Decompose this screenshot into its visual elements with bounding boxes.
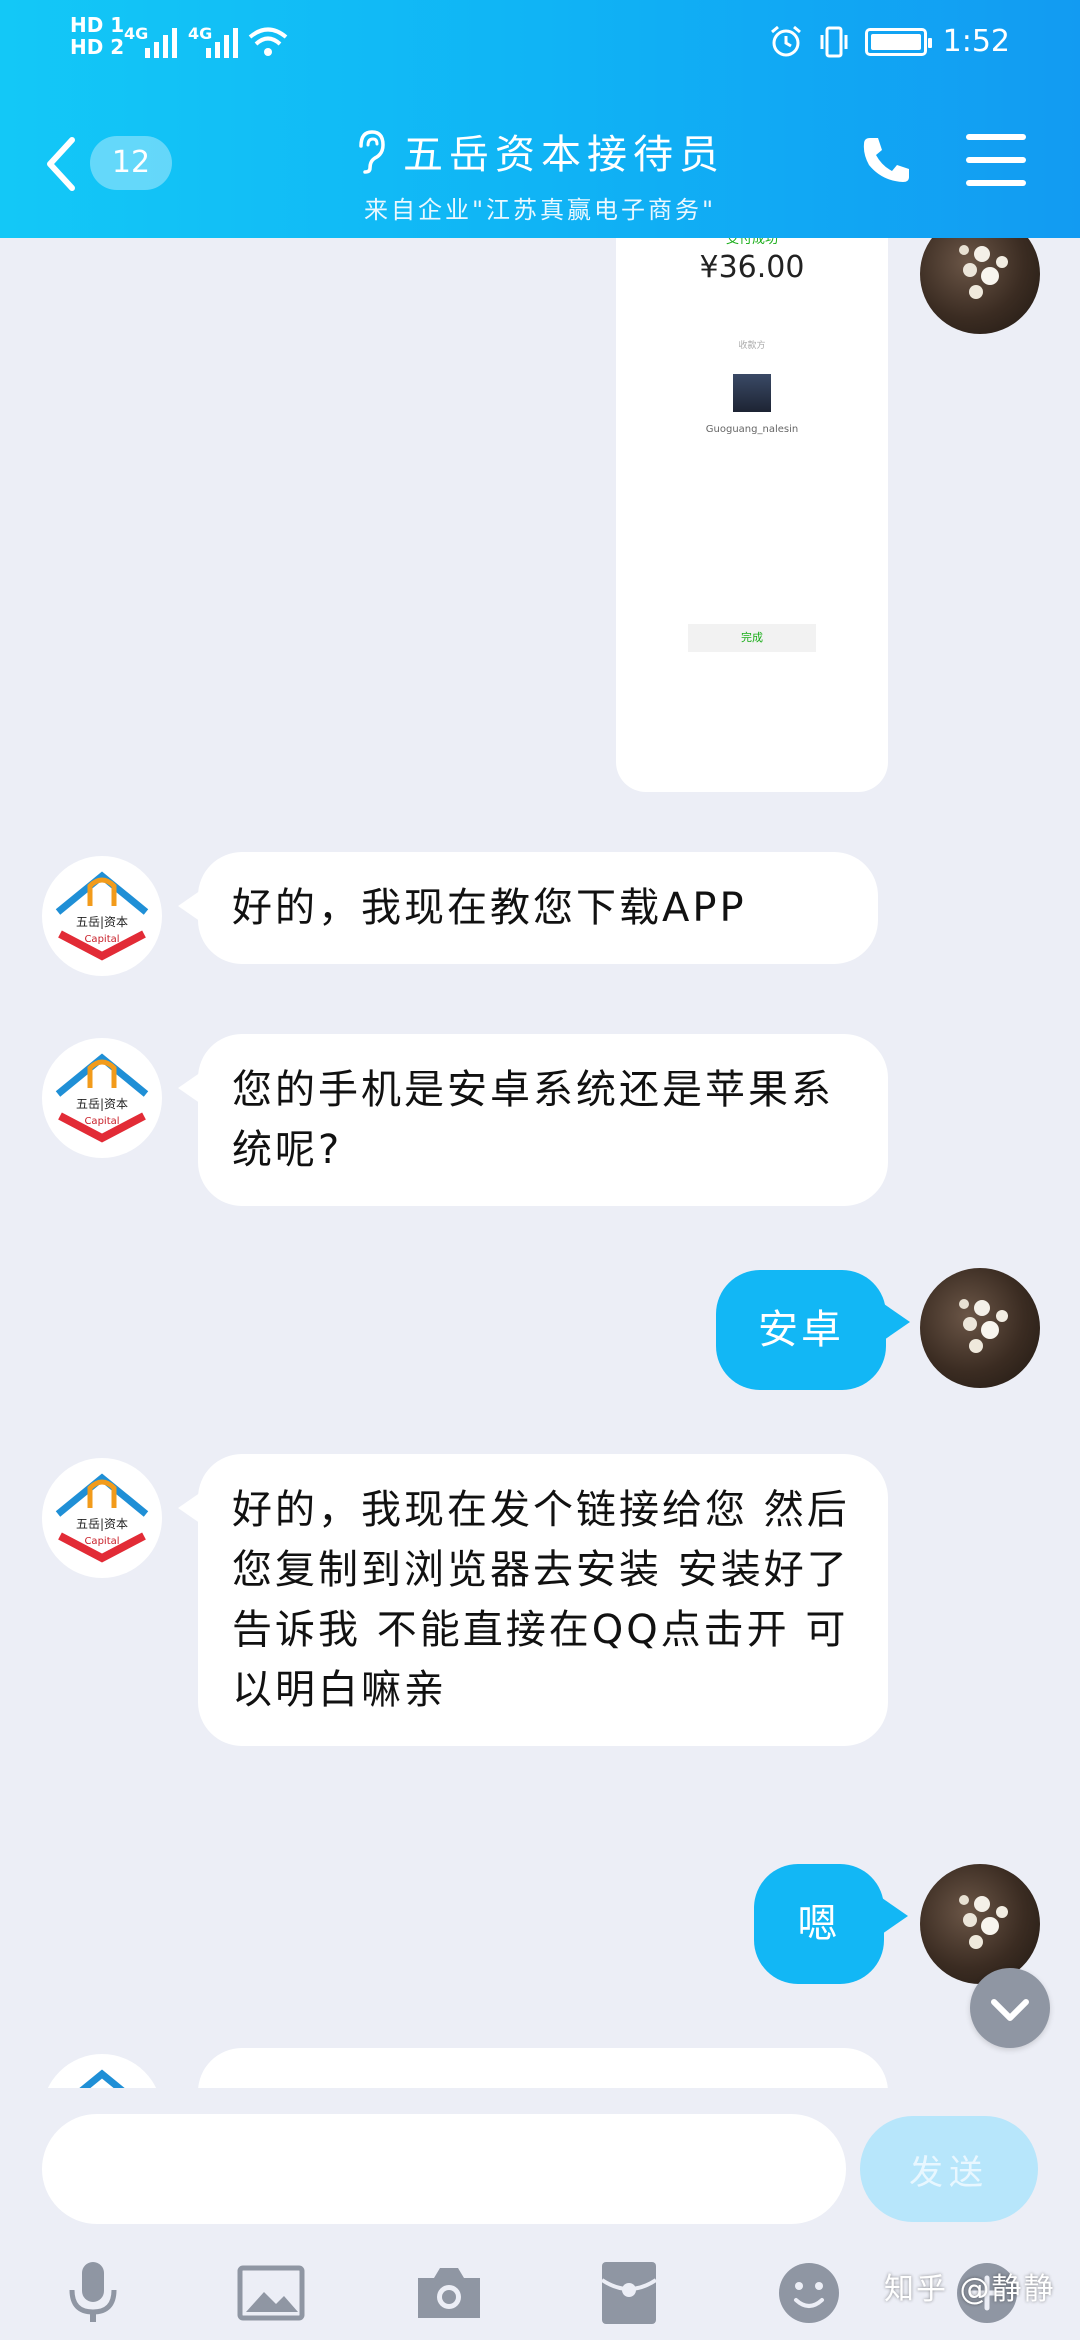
svg-text:五岳|资本: 五岳|资本 bbox=[76, 1517, 128, 1531]
wuyue-capital-logo bbox=[79, 2069, 125, 2088]
sim1-label: HD 1 bbox=[70, 13, 125, 37]
flower-avatar-image bbox=[959, 245, 1008, 299]
svg-text:Capital: Capital bbox=[84, 934, 119, 945]
input-area: 发送 知乎 @静静 bbox=[0, 2088, 1080, 2340]
message-bubble-outgoing[interactable]: 安卓 bbox=[716, 1270, 886, 1390]
service-avatar[interactable]: 五岳|资本 Capital bbox=[42, 856, 162, 976]
watermark: 知乎 @静静 bbox=[884, 2272, 1056, 2307]
payment-amount: ¥36.00 bbox=[699, 250, 805, 285]
message-list[interactable]: 支付成功 ¥36.00 收款方 Guoguang_nalesin 完成 五岳|资… bbox=[0, 238, 1080, 2088]
message-text: 好的，我现在发个链接给您 然后您复制到浏览器去安装 安装好了告诉我 不能直接在Q… bbox=[232, 1487, 850, 1713]
chat-header: HD 1 HD 2 4G 4G 1:52 12 五岳资本接待员 来自企业"江苏真… bbox=[0, 0, 1080, 238]
chat-title: 五岳资本接待员 bbox=[403, 132, 725, 178]
sim-indicator: HD 1 HD 2 bbox=[70, 14, 124, 58]
call-button[interactable] bbox=[858, 132, 918, 192]
send-button[interactable]: 发送 bbox=[860, 2116, 1038, 2222]
my-avatar[interactable] bbox=[920, 1864, 1040, 1984]
svg-text:Capital: Capital bbox=[84, 1116, 119, 1127]
message-bubble-incoming-partial[interactable] bbox=[198, 2048, 888, 2088]
my-avatar[interactable] bbox=[920, 1268, 1040, 1388]
clock: 1:52 bbox=[942, 24, 1010, 59]
camera-button[interactable] bbox=[414, 2258, 484, 2328]
red-packet-button[interactable] bbox=[594, 2258, 664, 2328]
battery-icon bbox=[864, 27, 932, 56]
title-row: 五岳资本接待员 bbox=[355, 122, 725, 180]
wuyue-capital-logo: 五岳|资本 Capital bbox=[55, 1053, 149, 1143]
menu-button[interactable] bbox=[966, 134, 1026, 186]
svg-text:五岳|资本: 五岳|资本 bbox=[76, 1097, 128, 1111]
flower-avatar-image bbox=[959, 1895, 1008, 1949]
menu-line bbox=[966, 134, 1026, 140]
flower-avatar-image bbox=[959, 1299, 1008, 1353]
bubble-tail bbox=[882, 1898, 908, 1934]
service-avatar[interactable]: 五岳|资本 Capital bbox=[42, 1038, 162, 1158]
service-avatar[interactable]: 五岳|资本 Capital bbox=[42, 1458, 162, 1578]
menu-line bbox=[966, 180, 1026, 186]
svg-text:五岳|资本: 五岳|资本 bbox=[76, 915, 128, 929]
image-icon bbox=[237, 2265, 305, 2321]
chevron-down-icon bbox=[991, 1999, 1029, 2021]
message-text: 安卓 bbox=[758, 1307, 844, 1353]
message-input[interactable] bbox=[42, 2114, 846, 2224]
message-text: 嗯 bbox=[797, 1901, 841, 1947]
emoji-button[interactable] bbox=[774, 2258, 844, 2328]
menu-line bbox=[966, 157, 1026, 163]
sim2-label: HD 2 bbox=[70, 35, 125, 59]
service-avatar[interactable] bbox=[42, 2054, 162, 2088]
payee-name: Guoguang_nalesin bbox=[705, 424, 799, 435]
phone-icon bbox=[863, 138, 909, 182]
svg-text:Capital: Capital bbox=[84, 1536, 119, 1547]
vibrate-icon bbox=[820, 26, 848, 57]
message-text: 好的，我现在教您下载APP bbox=[232, 885, 747, 931]
wifi-icon bbox=[248, 27, 288, 56]
my-avatar[interactable] bbox=[920, 238, 1040, 334]
camera-icon bbox=[418, 2268, 480, 2318]
payment-done-button: 完成 bbox=[688, 624, 816, 652]
ear-icon bbox=[359, 130, 385, 174]
message-bubble-incoming[interactable]: 好的，我现在教您下载APP bbox=[198, 852, 878, 964]
signal-icon-1 bbox=[145, 28, 177, 58]
red-packet-icon bbox=[600, 2262, 658, 2324]
signal-icon-2 bbox=[206, 28, 238, 58]
message-bubble-incoming[interactable]: 好的，我现在发个链接给您 然后您复制到浏览器去安装 安装好了告诉我 不能直接在Q… bbox=[198, 1454, 888, 1746]
title-bar: 12 五岳资本接待员 来自企业"江苏真赢电子商务" bbox=[0, 100, 1080, 238]
gallery-button[interactable] bbox=[236, 2258, 306, 2328]
mic-icon bbox=[69, 2262, 117, 2322]
payee-avatar bbox=[733, 374, 771, 412]
title-block[interactable]: 五岳资本接待员 来自企业"江苏真赢电子商务" bbox=[0, 122, 1080, 225]
voice-button[interactable] bbox=[58, 2258, 128, 2328]
alarm-icon bbox=[770, 25, 801, 56]
status-right: 1:52 bbox=[769, 24, 1010, 59]
image-message[interactable]: 支付成功 ¥36.00 收款方 Guoguang_nalesin 完成 bbox=[616, 238, 888, 792]
message-text: 您的手机是安卓系统还是苹果系统呢? bbox=[232, 1067, 834, 1173]
wuyue-capital-logo: 五岳|资本 Capital bbox=[55, 1473, 149, 1563]
scroll-to-bottom-button[interactable] bbox=[970, 1968, 1050, 2048]
message-bubble-outgoing[interactable]: 嗯 bbox=[754, 1864, 884, 1984]
payee-label: 收款方 bbox=[738, 341, 766, 351]
wuyue-capital-logo: 五岳|资本 Capital bbox=[55, 871, 149, 961]
bubble-tail bbox=[884, 1304, 910, 1340]
emoji-icon bbox=[779, 2263, 839, 2323]
payment-status: 支付成功 bbox=[725, 238, 778, 247]
message-bubble-incoming[interactable]: 您的手机是安卓系统还是苹果系统呢? bbox=[198, 1034, 888, 1206]
chat-subtitle: 来自企业"江苏真赢电子商务" bbox=[363, 196, 717, 224]
status-bar: HD 1 HD 2 4G 4G 1:52 bbox=[0, 0, 1080, 90]
